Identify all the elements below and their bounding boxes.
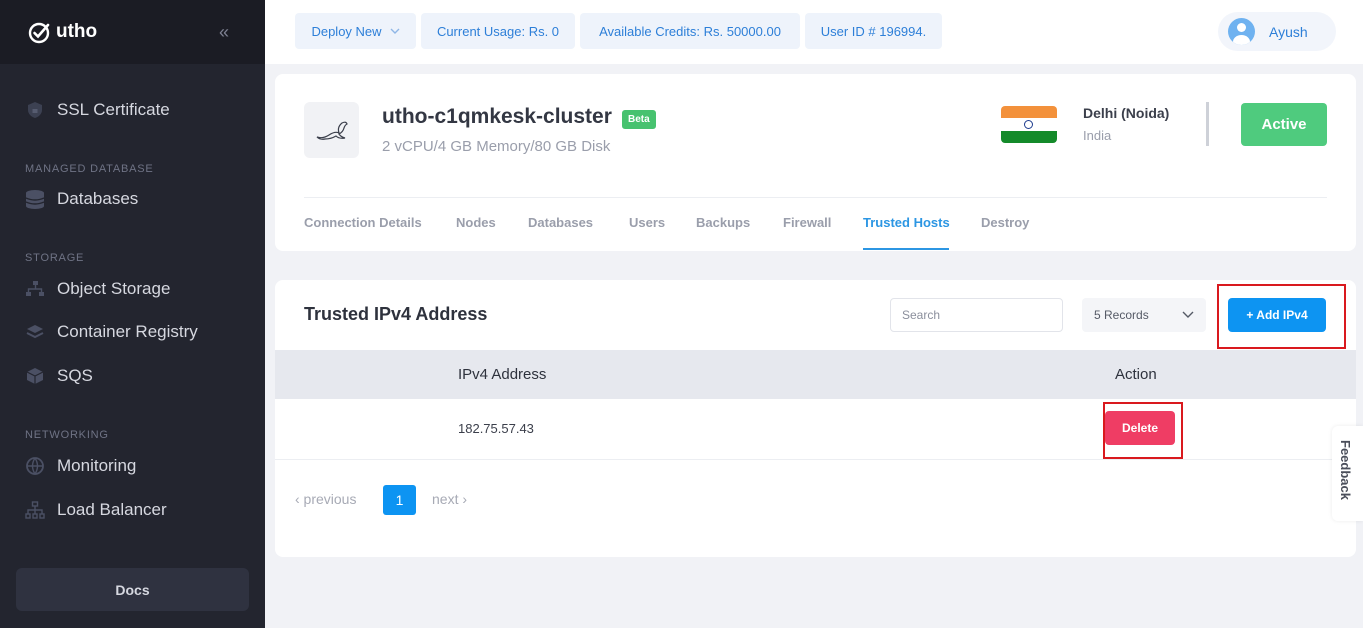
sidebar: utho « SSL Certificate MANAGED DATABASE … (0, 0, 265, 628)
feedback-tab[interactable]: Feedback (1332, 426, 1363, 521)
sidebar-item-sqs[interactable]: SQS (25, 366, 93, 386)
sidebar-item-label: SQS (57, 366, 93, 385)
deploy-new-dropdown[interactable]: Deploy New (295, 13, 416, 49)
location-country: India (1083, 128, 1112, 143)
mariadb-seal-icon (304, 102, 359, 158)
avatar (1228, 18, 1255, 45)
tab-connection-details[interactable]: Connection Details (304, 215, 422, 230)
user-name: Ayush (1269, 23, 1308, 40)
section-title-networking: NETWORKING (25, 429, 109, 441)
active-tab-indicator (863, 248, 949, 250)
status-active-button[interactable]: Active (1241, 103, 1327, 146)
tab-users[interactable]: Users (629, 215, 665, 230)
stack-icon (25, 366, 45, 386)
highlight-box (1217, 284, 1346, 349)
feedback-label: Feedback (1338, 440, 1353, 500)
available-credits-pill[interactable]: Available Credits: Rs. 50000.00 (580, 13, 800, 49)
brand-name: utho (56, 21, 98, 42)
divider (304, 197, 1327, 198)
globe-icon (25, 456, 45, 476)
sidebar-item-label: Monitoring (57, 456, 137, 475)
section-title: Trusted IPv4 Address (304, 304, 488, 324)
sidebar-item-label: Object Storage (57, 279, 171, 298)
current-usage-pill[interactable]: Current Usage: Rs. 0 (421, 13, 575, 49)
sidebar-item-object-storage[interactable]: Object Storage (25, 279, 170, 299)
tab-databases[interactable]: Databases (528, 215, 593, 230)
layers-icon (25, 322, 45, 342)
chevron-down-icon (390, 28, 400, 34)
object-storage-icon (25, 279, 45, 299)
chevron-down-icon (1182, 311, 1194, 318)
records-per-page-select[interactable]: 5 Records (1082, 298, 1206, 332)
pagination-previous[interactable]: ‹ previous (295, 491, 356, 507)
highlight-box (1103, 402, 1183, 459)
trusted-hosts-card: Trusted IPv4 Address Search 5 Records + … (275, 280, 1356, 557)
sidebar-item-monitoring[interactable]: Monitoring (25, 456, 136, 476)
database-icon (25, 189, 45, 209)
cluster-name: utho-c1qmkesk-cluster (382, 105, 612, 128)
tab-backups[interactable]: Backups (696, 215, 750, 230)
sidebar-item-load-balancer[interactable]: Load Balancer (25, 500, 167, 520)
top-bar: Deploy New Current Usage: Rs. 0 Availabl… (265, 0, 1363, 64)
tab-firewall[interactable]: Firewall (783, 215, 831, 230)
sidebar-item-databases[interactable]: Databases (25, 189, 138, 209)
network-icon (25, 500, 45, 520)
pagination-next[interactable]: next › (432, 491, 467, 507)
tab-trusted-hosts[interactable]: Trusted Hosts (863, 215, 950, 230)
section-title-storage: STORAGE (25, 252, 85, 264)
table-header: IPv4 Address Action (275, 350, 1356, 399)
section-title-managed-database: MANAGED DATABASE (25, 163, 154, 175)
docs-button[interactable]: Docs (16, 568, 249, 611)
double-chevron-left-icon[interactable]: « (219, 22, 229, 43)
cluster-spec: 2 vCPU/4 GB Memory/80 GB Disk (382, 138, 611, 155)
column-header-ipv4: IPv4 Address (458, 366, 547, 383)
india-flag-icon (1001, 106, 1057, 143)
sidebar-item-ssl-certificate[interactable]: SSL Certificate (25, 100, 170, 120)
records-label: 5 Records (1094, 308, 1149, 322)
user-menu[interactable]: Ayush (1218, 12, 1336, 51)
deploy-new-label: Deploy New (311, 23, 382, 39)
check-circle-icon (28, 22, 50, 44)
column-header-action: Action (1115, 366, 1157, 383)
beta-badge: Beta (622, 110, 656, 129)
sidebar-header: utho « (0, 0, 265, 64)
sidebar-item-label: SSL Certificate (57, 100, 170, 119)
sidebar-item-label: Load Balancer (57, 500, 167, 519)
tab-nodes[interactable]: Nodes (456, 215, 496, 230)
shield-icon (25, 100, 45, 120)
pagination-page-1[interactable]: 1 (383, 485, 416, 515)
logo[interactable]: utho (28, 20, 97, 44)
cluster-card: utho-c1qmkesk-cluster Beta 2 vCPU/4 GB M… (275, 74, 1356, 251)
ipv4-cell: 182.75.57.43 (458, 421, 534, 436)
location-city: Delhi (Noida) (1083, 105, 1170, 121)
divider (1206, 102, 1209, 146)
search-input[interactable]: Search (890, 298, 1063, 332)
sidebar-item-label: Databases (57, 189, 139, 208)
sidebar-item-container-registry[interactable]: Container Registry (25, 322, 198, 342)
user-id-pill: User ID # 196994. (805, 13, 942, 49)
tab-destroy[interactable]: Destroy (981, 215, 1029, 230)
table-row: 182.75.57.43 Delete (275, 399, 1356, 460)
sidebar-item-label: Container Registry (57, 322, 198, 341)
